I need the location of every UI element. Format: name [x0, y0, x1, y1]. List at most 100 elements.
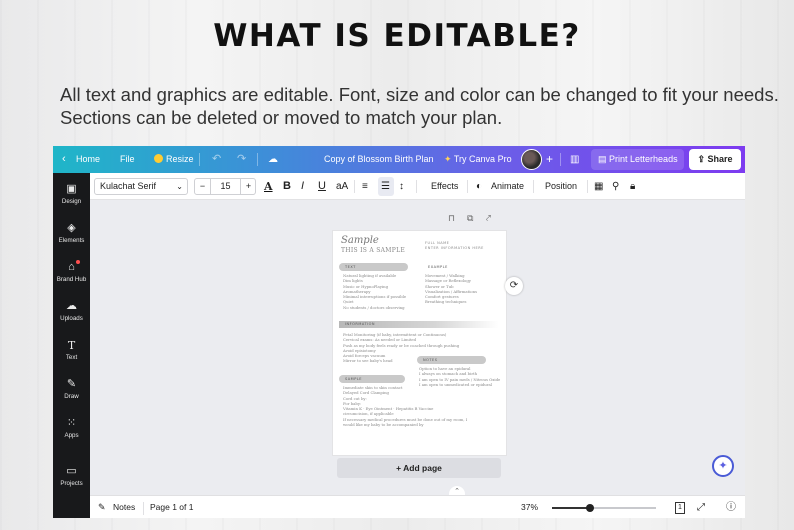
- fullscreen-icon[interactable]: ⤢: [697, 496, 705, 518]
- sample-script-title[interactable]: Sample: [341, 235, 379, 246]
- full-name-sub[interactable]: ENTER INFORMATION HERE: [425, 246, 484, 250]
- italic-icon[interactable]: I: [301, 173, 304, 200]
- paint-format-icon[interactable]: ⚲: [612, 173, 619, 200]
- section-title-text[interactable]: TEXT: [345, 265, 356, 269]
- sidebar-item-design[interactable]: ▣ Design: [53, 183, 90, 205]
- page-indicator[interactable]: Page 1 of 1: [150, 496, 193, 518]
- text-color-icon[interactable]: A: [264, 173, 273, 200]
- brand-hub-icon: ⌂: [68, 261, 75, 273]
- design-icon: ▣: [66, 183, 77, 195]
- add-collaborator-icon[interactable]: +: [546, 146, 553, 173]
- list-item: No students / doctors observing: [343, 304, 405, 310]
- sidebar-item-elements[interactable]: ◈ Elements: [53, 222, 90, 244]
- refresh-icon[interactable]: ⟳: [505, 277, 523, 295]
- sidebar-item-draw[interactable]: ✎ Draw: [53, 378, 90, 400]
- sidebar-item-label: Design: [61, 198, 82, 205]
- sidebar-item-label: Draw: [64, 393, 79, 400]
- notes-list[interactable]: Option to have an epidural I always on s…: [419, 366, 500, 387]
- redo-icon[interactable]: ↷: [237, 146, 246, 173]
- decrease-size-button[interactable]: −: [195, 179, 211, 194]
- section-title-example[interactable]: EXAMPLE: [428, 265, 448, 269]
- example-list[interactable]: Movement / Walking Massage or Reflexolog…: [425, 273, 477, 305]
- home-button[interactable]: Home: [76, 146, 100, 173]
- divider: [560, 153, 561, 166]
- notes-button[interactable]: Notes: [113, 496, 135, 518]
- list-item: would like my baby to be accompanied by: [343, 422, 424, 428]
- font-family-select[interactable]: Kulachat Serif ⌄: [94, 178, 188, 195]
- apps-icon: ⁙: [66, 417, 77, 429]
- sidebar-item-projects[interactable]: ▭ Projects: [53, 465, 90, 487]
- notes-icon: ✎: [98, 502, 106, 512]
- divider: [143, 502, 144, 515]
- sidebar-item-label: Uploads: [60, 315, 83, 322]
- add-page-icon[interactable]: ⤤: [486, 214, 491, 224]
- text-case-icon[interactable]: aA: [336, 173, 348, 200]
- share-label: Share: [707, 154, 733, 164]
- cloud-save-icon[interactable]: ☁: [268, 146, 278, 173]
- underline-icon[interactable]: U: [318, 173, 326, 200]
- section-title-sample[interactable]: SAMPLE: [345, 377, 362, 381]
- try-canva-pro-button[interactable]: ✦ Try Canva Pro: [444, 146, 512, 173]
- add-page-button[interactable]: + Add page: [337, 458, 501, 478]
- sidebar-item-apps[interactable]: ⁙ Apps: [53, 417, 90, 439]
- divider: [354, 180, 355, 193]
- sidebar-item-brand-hub[interactable]: ⌂ Brand Hub: [53, 260, 90, 283]
- print-letterheads-button[interactable]: ▤ Print Letterheads: [591, 149, 684, 170]
- sidebar-item-label: Projects: [60, 480, 83, 487]
- zoom-level[interactable]: 37%: [521, 496, 538, 518]
- share-icon: ⇪: [697, 154, 705, 164]
- elements-icon: ◈: [67, 222, 76, 234]
- animate-button[interactable]: Animate: [491, 173, 524, 200]
- font-size-stepper[interactable]: − 15 +: [194, 178, 256, 195]
- document-page[interactable]: Sample THIS IS A SAMPLE FULL NAME ENTER …: [333, 231, 506, 455]
- document-title[interactable]: Copy of Blossom Birth Plan: [324, 146, 434, 173]
- lock-icon[interactable]: ⊓: [448, 214, 455, 224]
- section-title-notes[interactable]: NOTES: [423, 358, 437, 362]
- text-list[interactable]: Natural lighting if available Dim lights…: [343, 273, 406, 310]
- resize-label: Resize: [166, 154, 194, 164]
- lock-icon[interactable]: 🔒︎: [630, 173, 635, 200]
- design-canvas[interactable]: ⊓ ⧉ ⤤ Sample THIS IS A SAMPLE FULL NAME …: [90, 201, 745, 495]
- bottom-bar: ✎ Notes Page 1 of 1 37% 1 ⤢ ⓘ: [90, 495, 745, 518]
- full-name-label[interactable]: FULL NAME: [425, 241, 449, 245]
- chevron-left-icon[interactable]: ‹: [62, 146, 66, 173]
- list-item: Breathing techniques: [425, 299, 467, 305]
- share-button[interactable]: ⇪ Share: [689, 149, 741, 170]
- sample-list[interactable]: Immediate skin to skin contact Delayed C…: [343, 385, 467, 427]
- avatar[interactable]: [521, 149, 542, 170]
- page-count: 1: [675, 502, 685, 514]
- sidebar-item-text[interactable]: T Text: [53, 339, 90, 361]
- undo-icon[interactable]: ↶: [212, 146, 221, 173]
- print-icon: ▤: [598, 154, 607, 164]
- bold-icon[interactable]: B: [283, 173, 291, 200]
- chevron-up-icon[interactable]: ⌃: [449, 486, 465, 495]
- divider: [467, 180, 468, 193]
- description: All text and graphics are editable. Font…: [60, 84, 779, 128]
- page-subtitle[interactable]: THIS IS A SAMPLE: [341, 247, 405, 254]
- divider: [199, 153, 200, 166]
- font-size-input[interactable]: 15: [211, 179, 240, 194]
- position-button[interactable]: Position: [545, 173, 577, 200]
- align-left-icon[interactable]: ≡: [362, 173, 368, 200]
- increase-size-button[interactable]: +: [240, 179, 256, 194]
- file-menu[interactable]: File: [120, 146, 135, 173]
- effects-button[interactable]: Effects: [431, 173, 458, 200]
- print-label: Print Letterheads: [609, 154, 678, 164]
- try-pro-label: Try Canva Pro: [453, 154, 512, 164]
- sidebar-item-label: Brand Hub: [56, 276, 87, 283]
- transparency-icon[interactable]: ▦: [594, 173, 603, 200]
- zoom-slider-handle[interactable]: [586, 504, 594, 512]
- magic-sparkle-icon[interactable]: ✦: [712, 455, 734, 477]
- bullet-list-icon[interactable]: ☰: [381, 173, 390, 200]
- text-icon: T: [67, 339, 76, 352]
- uploads-icon: ☁: [66, 300, 77, 312]
- insights-chart-icon[interactable]: ▥: [570, 146, 579, 173]
- zoom-slider[interactable]: [552, 504, 656, 512]
- resize-button[interactable]: Resize: [154, 146, 194, 173]
- help-icon[interactable]: ⓘ: [726, 496, 736, 518]
- page-count-icon[interactable]: 1: [675, 496, 685, 518]
- line-spacing-icon[interactable]: ↕: [399, 173, 404, 200]
- duplicate-page-icon[interactable]: ⧉: [467, 214, 473, 224]
- sidebar-item-uploads[interactable]: ☁ Uploads: [53, 300, 90, 322]
- section-title-information[interactable]: INFORMATION: [345, 322, 375, 326]
